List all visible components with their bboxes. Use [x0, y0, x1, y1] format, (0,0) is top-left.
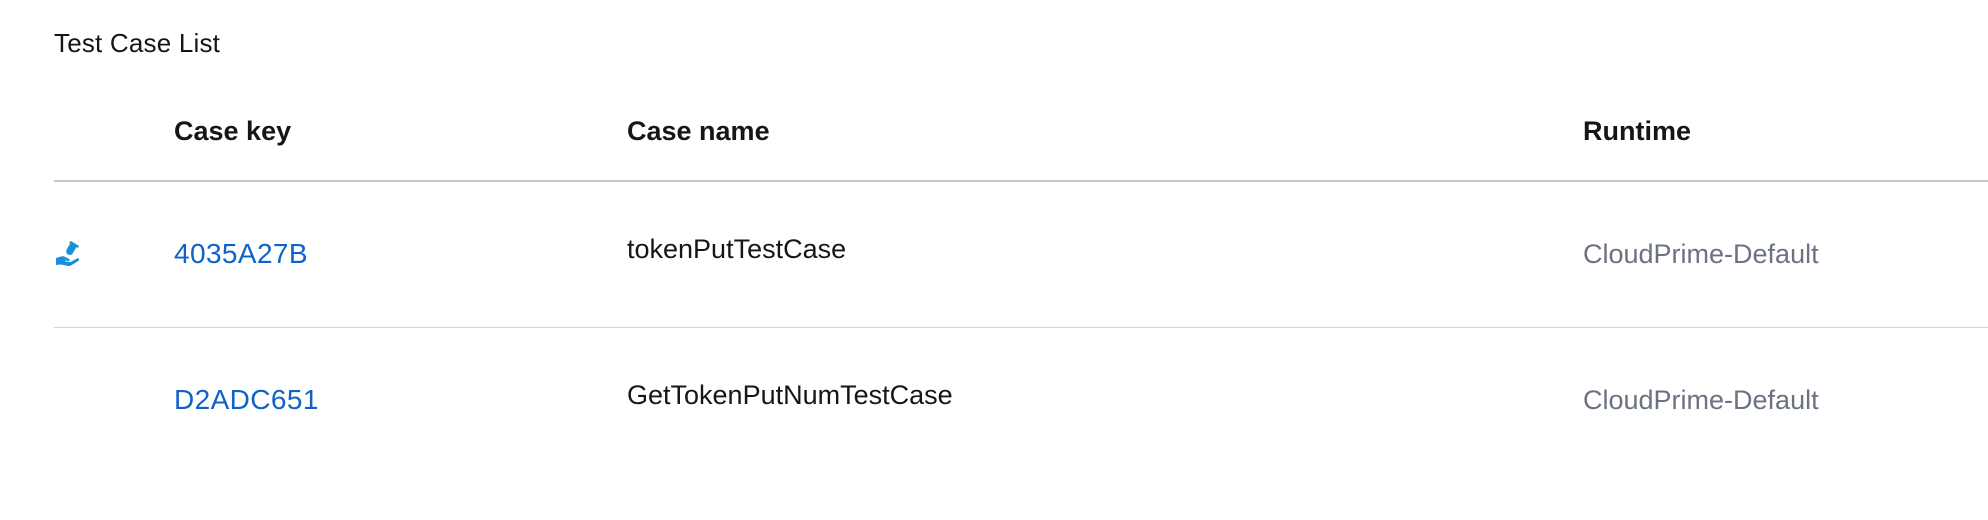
section-title: Test Case List: [54, 28, 221, 58]
table-row[interactable]: 4035A27B tokenPutTestCase CloudPrime-Def…: [54, 182, 1988, 328]
case-name: tokenPutTestCase: [627, 234, 847, 264]
case-name: GetTokenPutNumTestCase: [627, 380, 953, 410]
header-case-name[interactable]: Case name: [627, 116, 770, 147]
header-case-key[interactable]: Case key: [174, 116, 291, 147]
case-key-link[interactable]: 4035A27B: [174, 238, 308, 270]
case-key-link[interactable]: D2ADC651: [174, 384, 319, 416]
test-case-table: Case key Case name Runtime 4035A27B toke…: [54, 100, 1988, 474]
test-case-list-page: Test Case List Case key Case name Runtim…: [0, 0, 1988, 520]
runtime-value: CloudPrime-Default: [1583, 239, 1819, 269]
header-runtime[interactable]: Runtime: [1583, 116, 1691, 147]
table-header-row: Case key Case name Runtime: [54, 100, 1988, 182]
table-row[interactable]: D2ADC651 GetTokenPutNumTestCase CloudPri…: [54, 328, 1988, 474]
run-test-icon[interactable]: [54, 238, 84, 268]
runtime-value: CloudPrime-Default: [1583, 385, 1819, 415]
